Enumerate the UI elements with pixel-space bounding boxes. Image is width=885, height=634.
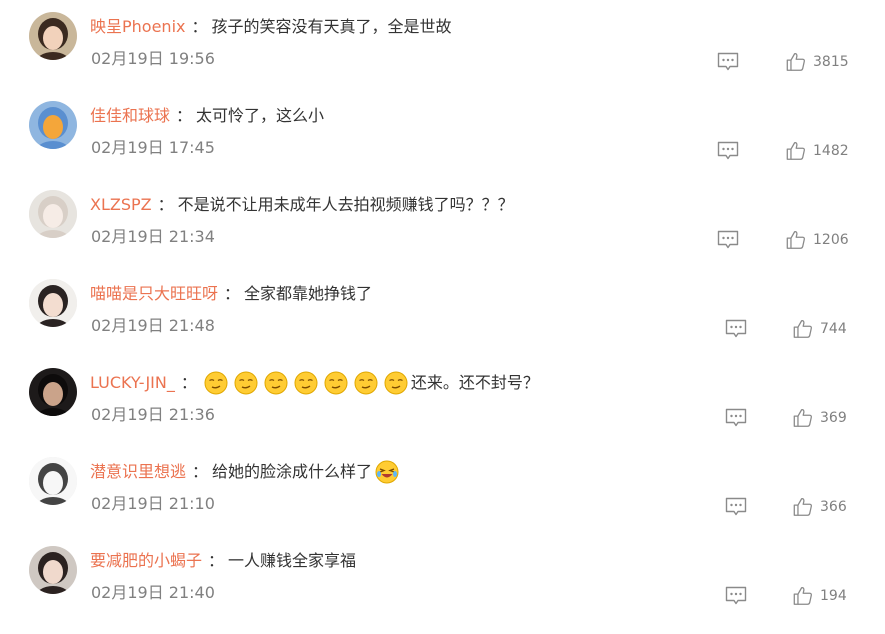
like-count: 1482 (813, 143, 849, 159)
like-count: 194 (820, 588, 847, 604)
username-link[interactable]: LUCKY-JIN_ (90, 370, 175, 396)
thumbs-up-icon (792, 496, 814, 518)
colon-separator: ： (208, 551, 225, 570)
avatar[interactable] (29, 101, 77, 149)
thumbs-up-icon (785, 229, 807, 251)
comment-item: 映呈Phoenix ：孩子的笑容没有天真了，全是世故 02月19日 19:56 381… (0, 0, 885, 89)
avatar[interactable] (29, 190, 77, 238)
comment-text: 一人赚钱全家享福 (228, 551, 357, 570)
comment-actions: 3815 (716, 50, 849, 74)
comment-body: XLZSPZ ：不是说不让用未成年人去拍视频赚钱了吗？？？ (90, 192, 514, 218)
username-link[interactable]: XLZSPZ (90, 192, 152, 218)
like-button[interactable]: 1206 (785, 229, 849, 251)
comment-body: 喵喵是只大旺旺呀 ：全家都靠她挣钱了 (90, 281, 372, 307)
comment-item: 潜意识里想逃 ：给她的脸涂成什么样了 02月19日 21:10 366 (0, 445, 885, 534)
comment-actions: 744 (724, 317, 847, 341)
avatar[interactable] (29, 546, 77, 594)
colon-separator: ： (191, 17, 208, 36)
comment-actions: 366 (724, 495, 847, 519)
comment-text: 给她的脸涂成什么样了 (212, 462, 373, 481)
like-count: 1206 (813, 232, 849, 248)
reply-icon[interactable] (724, 317, 748, 341)
like-button[interactable]: 369 (792, 407, 847, 429)
comment-actions: 1482 (716, 139, 849, 163)
smirk-emoji-icon (354, 371, 378, 395)
comment-timestamp: 02月19日 21:34 (91, 227, 215, 246)
avatar[interactable] (29, 368, 77, 416)
comment-text: 全家都靠她挣钱了 (244, 284, 373, 303)
username-link[interactable]: 潜意识里想逃 (90, 459, 186, 485)
like-button[interactable]: 3815 (785, 51, 849, 73)
smirk-emoji-icon (234, 371, 258, 395)
thumbs-up-icon (792, 407, 814, 429)
comment-timestamp: 02月19日 21:40 (91, 583, 215, 602)
thumbs-up-icon (785, 51, 807, 73)
colon-separator: ： (224, 284, 241, 303)
like-count: 3815 (813, 54, 849, 70)
avatar[interactable] (29, 279, 77, 327)
avatar[interactable] (29, 457, 77, 505)
comment-text: 太可怜了，这么小 (196, 106, 325, 125)
comment-actions: 369 (724, 406, 847, 430)
laughing-emoji-icon (375, 460, 399, 484)
comment-actions: 1206 (716, 228, 849, 252)
comment-item: 佳佳和球球 ：太可怜了，这么小 02月19日 17:45 1482 (0, 89, 885, 178)
like-count: 366 (820, 499, 847, 515)
comment-text: 不是说不让用未成年人去拍视频赚钱了吗？？？ (177, 195, 514, 214)
comment-timestamp: 02月19日 19:56 (91, 49, 215, 68)
colon-separator: ： (180, 373, 197, 392)
like-button[interactable]: 744 (792, 318, 847, 340)
comment-item: 喵喵是只大旺旺呀 ：全家都靠她挣钱了 02月19日 21:48 744 (0, 267, 885, 356)
comment-timestamp: 02月19日 17:45 (91, 138, 215, 157)
comment-actions: 194 (724, 584, 847, 608)
colon-separator: ： (157, 195, 174, 214)
thumbs-up-icon (792, 585, 814, 607)
like-button[interactable]: 1482 (785, 140, 849, 162)
like-button[interactable]: 194 (792, 585, 847, 607)
like-count: 744 (820, 321, 847, 337)
comment-text: 孩子的笑容没有天真了，全是世故 (211, 17, 452, 36)
thumbs-up-icon (792, 318, 814, 340)
reply-icon[interactable] (724, 584, 748, 608)
smirk-emoji-icon (204, 371, 228, 395)
smirk-emoji-icon (384, 371, 408, 395)
comment-text-after: 还来。还不封号？ (410, 373, 539, 392)
reply-icon[interactable] (716, 228, 740, 252)
comment-body: LUCKY-JIN_ ： 还来。还不封号？ (90, 370, 539, 396)
thumbs-up-icon (785, 140, 807, 162)
reply-icon[interactable] (724, 406, 748, 430)
smirk-emoji-icon (324, 371, 348, 395)
comment-item: XLZSPZ ：不是说不让用未成年人去拍视频赚钱了吗？？？ 02月19日 21:34… (0, 178, 885, 267)
comment-body: 映呈Phoenix ：孩子的笑容没有天真了，全是世故 (90, 14, 452, 40)
username-link[interactable]: 要减肥的小蝎子 (90, 548, 202, 574)
colon-separator: ： (176, 106, 193, 125)
comment-timestamp: 02月19日 21:48 (91, 316, 215, 335)
smirk-emoji-icon (294, 371, 318, 395)
reply-icon[interactable] (724, 495, 748, 519)
reply-icon[interactable] (716, 139, 740, 163)
comment-body: 佳佳和球球 ：太可怜了，这么小 (90, 103, 324, 129)
comment-item: 要减肥的小蝎子 ：一人赚钱全家享福 02月19日 21:40 194 (0, 534, 885, 623)
username-link[interactable]: 喵喵是只大旺旺呀 (90, 281, 218, 307)
username-link[interactable]: 佳佳和球球 (90, 103, 170, 129)
comment-item: LUCKY-JIN_ ： 还来。还不封号？ 02月19日 21:36 369 (0, 356, 885, 445)
smirk-emoji-icon (264, 371, 288, 395)
avatar[interactable] (29, 12, 77, 60)
comment-timestamp: 02月19日 21:36 (91, 405, 215, 424)
comment-list: 映呈Phoenix：孩子的笑容没有天真了，全是世故 02月19日 19:56 381… (0, 0, 885, 634)
comment-timestamp: 02月19日 21:10 (91, 494, 215, 513)
reply-icon[interactable] (716, 50, 740, 74)
colon-separator: ： (192, 462, 209, 481)
comment-body: 要减肥的小蝎子 ：一人赚钱全家享福 (90, 548, 356, 574)
like-count: 369 (820, 410, 847, 426)
like-button[interactable]: 366 (792, 496, 847, 518)
comment-body: 潜意识里想逃 ：给她的脸涂成什么样了 (90, 459, 402, 485)
username-link[interactable]: 映呈Phoenix (90, 14, 185, 40)
